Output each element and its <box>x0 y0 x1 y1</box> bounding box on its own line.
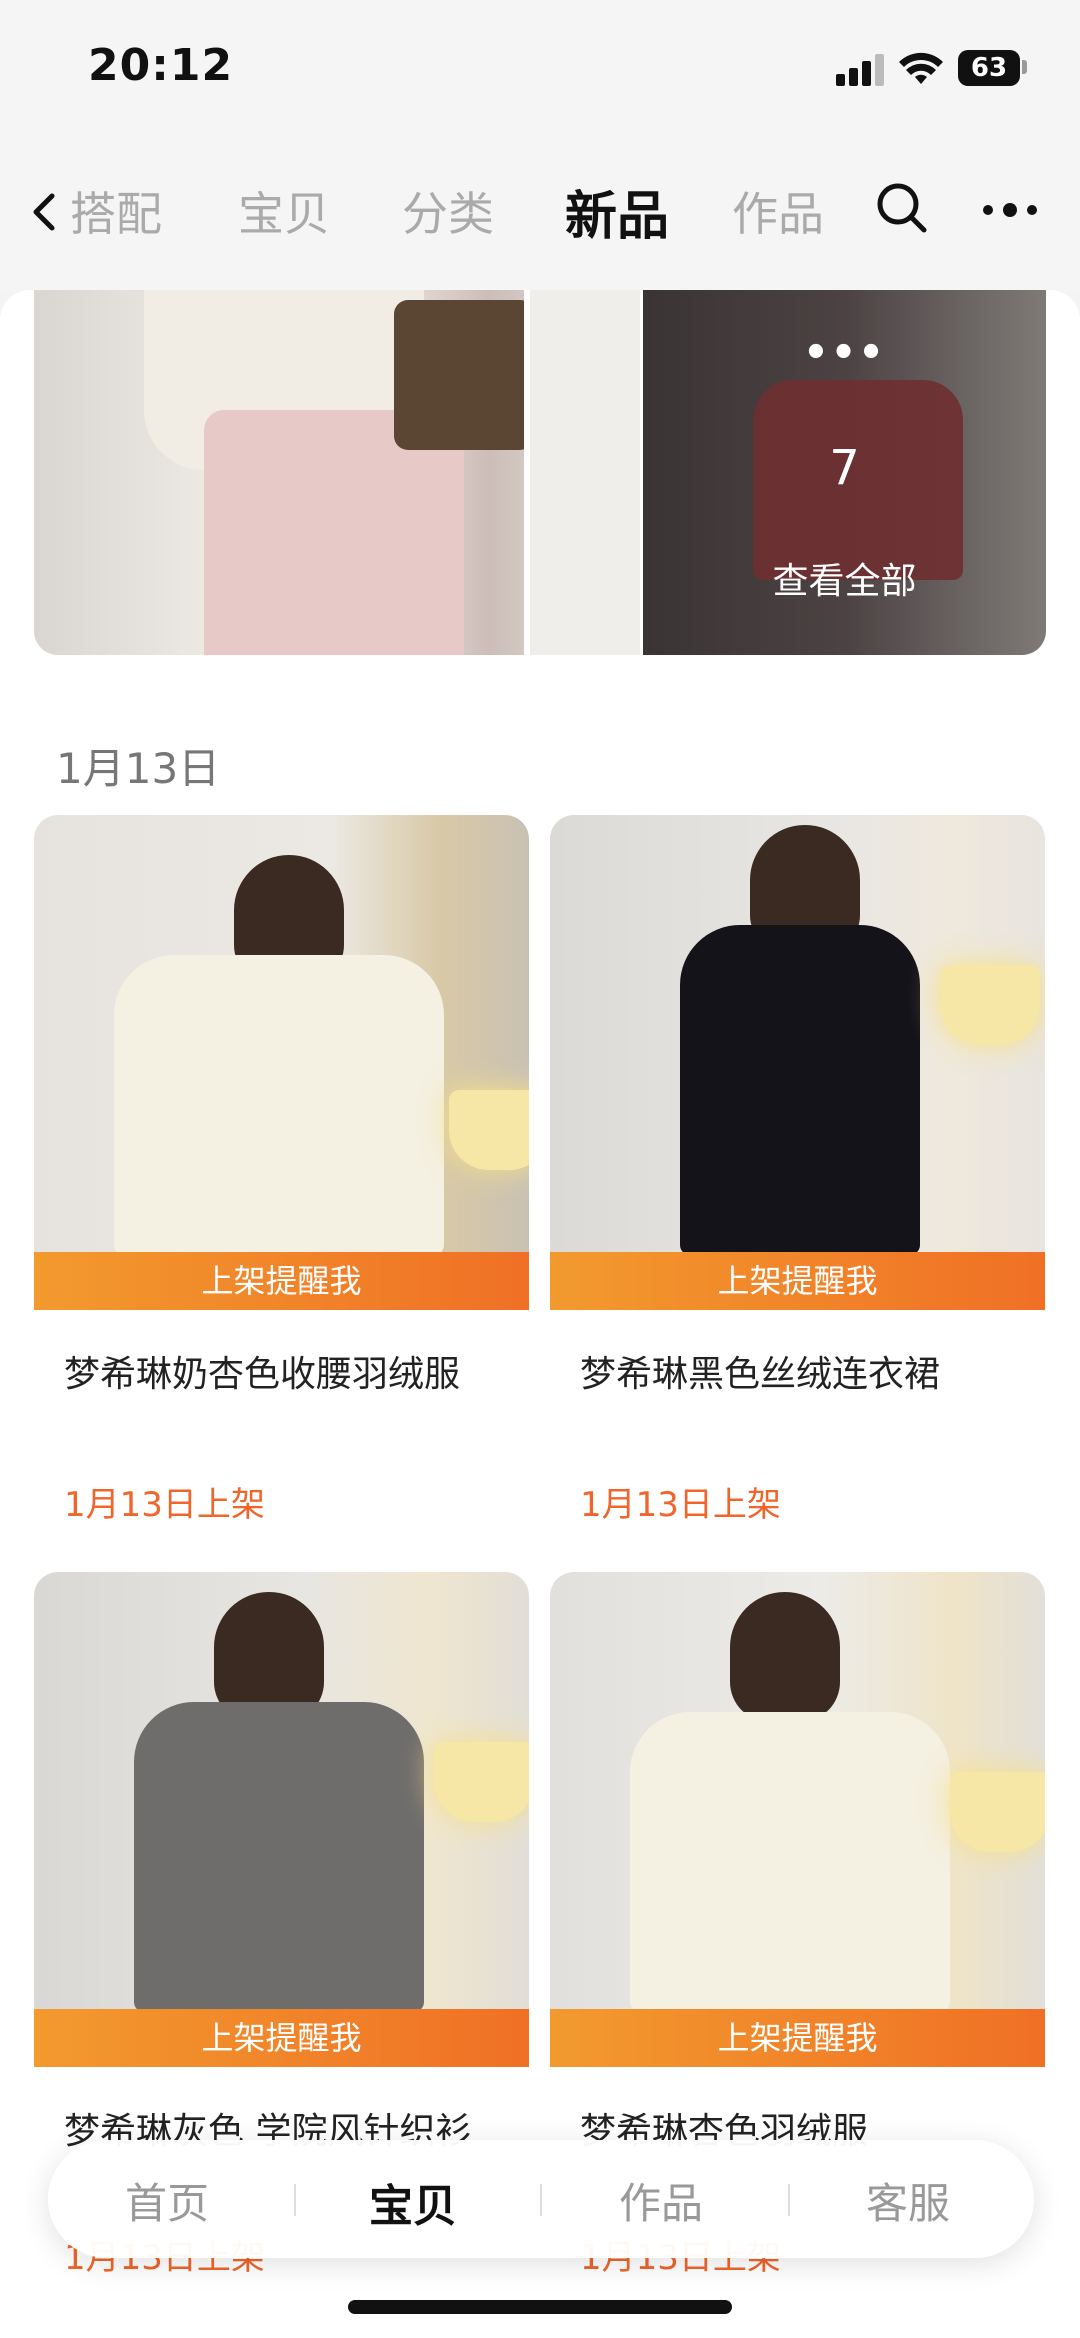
tab-divider <box>294 2184 296 2216</box>
photo-model-head <box>730 1592 840 1722</box>
product-title[interactable]: 梦希琳奶杏色收腰羽绒服 <box>64 1345 460 1397</box>
product-image[interactable]: 上架提醒我 <box>550 1572 1045 2067</box>
product-image[interactable]: 上架提醒我 <box>550 815 1045 1310</box>
photo-lamp <box>449 1090 529 1170</box>
product-card[interactable]: 上架提醒我 梦希琳奶杏色收腰羽绒服 1月13日上架 <box>34 815 529 1525</box>
photo-garment <box>680 925 920 1255</box>
status-bar: 20:12 63 <box>0 0 1080 150</box>
bottom-tab-service[interactable]: 客服 <box>828 2170 988 2231</box>
outfit-photo[interactable] <box>34 290 640 655</box>
tab-outfits[interactable]: 搭配 <box>70 178 162 244</box>
product-date: 1月13日上架 <box>64 1485 265 1525</box>
section-date: 1月13日 <box>56 744 221 793</box>
tab-divider <box>788 2184 790 2216</box>
tab-works[interactable]: 作品 <box>732 178 824 244</box>
view-all-photo[interactable]: ••• 7 查看全部 <box>643 290 1046 655</box>
notify-banner[interactable]: 上架提醒我 <box>34 2009 529 2067</box>
photo-shelf <box>524 290 640 655</box>
search-icon[interactable] <box>874 180 928 234</box>
notify-banner[interactable]: 上架提醒我 <box>550 1252 1045 1310</box>
bottom-tab-products[interactable]: 宝贝 <box>333 2170 493 2234</box>
photo-garment <box>134 1702 424 2012</box>
product-date: 1月13日上架 <box>580 1485 781 1525</box>
notify-banner[interactable]: 上架提醒我 <box>550 2009 1045 2067</box>
photo-lamp <box>434 1742 529 1822</box>
battery-icon: 63 <box>958 50 1020 86</box>
more-dots-icon: ••• <box>803 330 886 376</box>
battery-tip <box>1022 60 1027 74</box>
photo-garment <box>630 1712 950 2012</box>
content-area: ••• 7 查看全部 1月13日 上架提醒我 梦希琳奶杏色收腰羽绒服 1月13日… <box>0 290 1080 2338</box>
more-icon[interactable] <box>980 200 1040 220</box>
bottom-tab-bar: 首页 宝贝 作品 客服 <box>48 2140 1034 2258</box>
photo-lamp <box>950 1772 1045 1852</box>
product-image[interactable]: 上架提醒我 <box>34 815 529 1310</box>
signal-icon <box>836 52 886 86</box>
status-time: 20:12 <box>88 40 234 91</box>
tab-new-arrivals[interactable]: 新品 <box>565 174 669 249</box>
tab-divider <box>540 2184 542 2216</box>
product-card[interactable]: 上架提醒我 梦希琳灰色 学院风针织衫 <box>34 1572 529 2152</box>
tab-products[interactable]: 宝贝 <box>238 178 330 244</box>
product-image[interactable]: 上架提醒我 <box>34 1572 529 2067</box>
product-card[interactable]: 上架提醒我 梦希琳杏色羽绒服 <box>550 1572 1045 2152</box>
bottom-tab-home[interactable]: 首页 <box>87 2170 247 2231</box>
wifi-icon <box>899 52 943 84</box>
photo-bag <box>394 300 534 450</box>
bottom-tab-works[interactable]: 作品 <box>581 2170 741 2231</box>
product-title[interactable]: 梦希琳黑色丝绒连衣裙 <box>580 1345 940 1397</box>
photo-garment <box>114 955 444 1255</box>
photo-lamp <box>940 965 1040 1045</box>
tab-categories[interactable]: 分类 <box>402 178 494 244</box>
photo-count: 7 <box>829 440 860 496</box>
home-indicator[interactable] <box>348 2300 732 2314</box>
notify-banner[interactable]: 上架提醒我 <box>34 1252 529 1310</box>
back-icon[interactable] <box>22 182 62 242</box>
view-all-label[interactable]: 查看全部 <box>643 552 1046 604</box>
product-card[interactable]: 上架提醒我 梦希琳黑色丝绒连衣裙 1月13日上架 <box>550 815 1045 1525</box>
